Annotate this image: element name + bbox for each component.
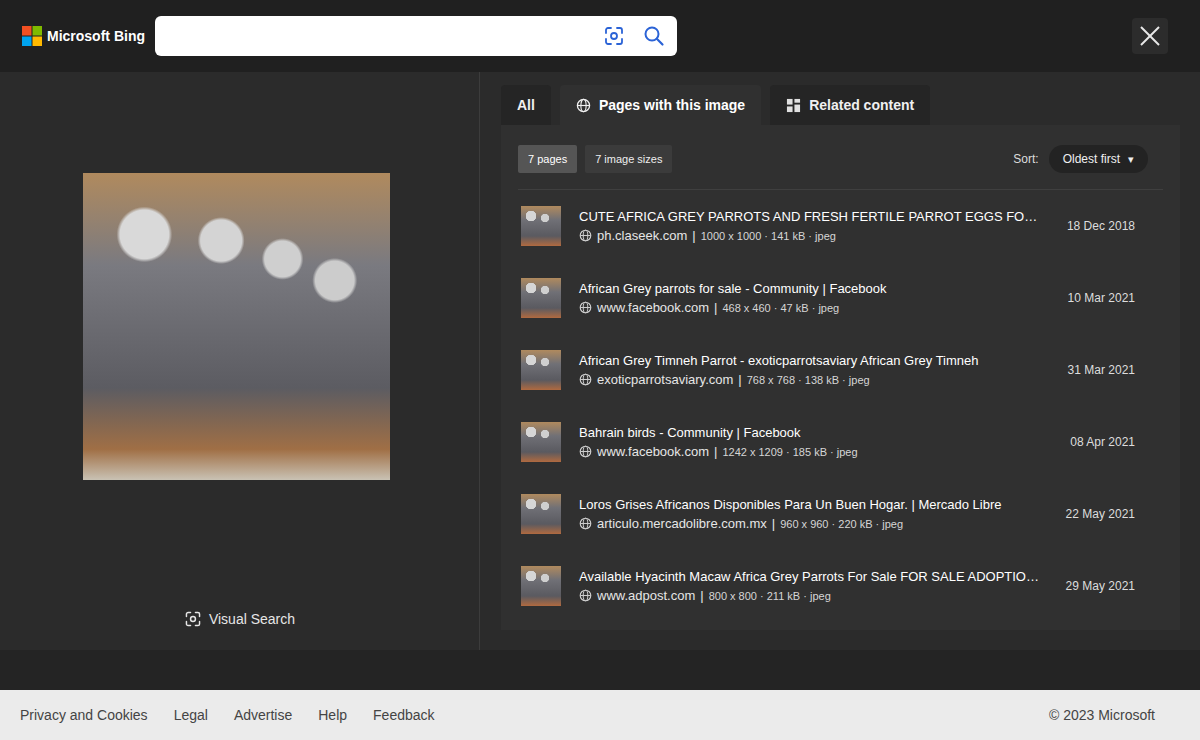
result-title[interactable]: African Grey Timneh Parrot - exoticparro… (579, 353, 1052, 370)
result-thumbnail (521, 422, 561, 462)
result-row[interactable]: African Grey parrots for sale - Communit… (518, 262, 1163, 334)
result-meta: www.facebook.com | 468 x 460 · 47 kB · jpe… (579, 300, 1052, 315)
bing-brand[interactable]: Microsoft Bing (22, 26, 155, 46)
filter-chip[interactable]: 7 pages (518, 145, 577, 173)
page: Microsoft Bing Visual Search AllPages with… (0, 0, 1200, 740)
result-title[interactable]: Bahrain birds - Community | Facebook (579, 425, 1054, 442)
grid-icon (786, 98, 801, 113)
search-button[interactable] (639, 21, 669, 51)
result-date: 18 Dec 2018 (1067, 219, 1135, 233)
preview-image (83, 173, 390, 480)
preview-panel: Visual Search (0, 72, 480, 650)
result-meta: www.facebook.com | 1242 x 1209 · 185 kB · … (579, 444, 1054, 459)
footer-link[interactable]: Feedback (373, 707, 434, 723)
tab[interactable]: All (501, 85, 551, 125)
globe-icon (576, 98, 591, 113)
result-date: 22 May 2021 (1066, 507, 1135, 521)
result-date: 10 Mar 2021 (1068, 291, 1135, 305)
visual-search-button[interactable] (599, 21, 629, 51)
result-details: 960 x 960 · 220 kB · jpeg (780, 518, 903, 530)
result-thumbnail (521, 350, 561, 390)
tab-bar: AllPages with this imageRelated content (501, 85, 1180, 125)
result-row[interactable]: Bahrain birds - Community | Facebook www.… (518, 406, 1163, 478)
globe-icon (579, 517, 592, 530)
sort-label: Sort: (1013, 152, 1038, 166)
globe-icon (579, 373, 592, 386)
close-icon (1139, 25, 1161, 47)
search-input[interactable] (167, 27, 589, 46)
tab[interactable]: Related content (770, 85, 930, 125)
result-date: 29 May 2021 (1066, 579, 1135, 593)
search-box (155, 16, 677, 56)
result-title[interactable]: Loros Grises Africanos Disponibles Para … (579, 497, 1050, 514)
footer-link[interactable]: Legal (174, 707, 208, 723)
result-title[interactable]: CUTE AFRICA GREY PARROTS AND FRESH FERTI… (579, 209, 1051, 226)
result-site: www.facebook.com (597, 444, 709, 459)
separator: | (738, 372, 741, 387)
globe-icon (579, 589, 592, 602)
sort-dropdown[interactable]: Oldest first▾ (1049, 145, 1148, 173)
result-site: ph.claseek.com (597, 228, 687, 243)
globe-icon (579, 229, 592, 242)
result-meta: ph.claseek.com | 1000 x 1000 · 141 kB · jp… (579, 228, 1051, 243)
result-row[interactable]: Loros Grises Africanos Disponibles Para … (518, 478, 1163, 550)
result-title[interactable]: African Grey parrots for sale - Communit… (579, 281, 1052, 298)
result-list: CUTE AFRICA GREY PARROTS AND FRESH FERTI… (518, 190, 1163, 622)
brand-name: Microsoft Bing (47, 28, 145, 44)
result-details: 768 x 768 · 138 kB · jpeg (747, 374, 870, 386)
visual-search-icon (184, 610, 202, 628)
results-section: AllPages with this imageRelated content7… (480, 72, 1200, 650)
top-bar: Microsoft Bing (0, 0, 1200, 72)
result-thumbnail (521, 494, 561, 534)
result-date: 31 Mar 2021 (1068, 363, 1135, 377)
dropdown-arrow-icon: ▾ (1128, 153, 1134, 166)
result-row[interactable]: Available Hyacinth Macaw Africa Grey Par… (518, 550, 1163, 622)
result-site: articulo.mercadolibre.com.mx (597, 516, 767, 531)
footer-link[interactable]: Privacy and Cookies (20, 707, 148, 723)
result-title[interactable]: Available Hyacinth Macaw Africa Grey Par… (579, 569, 1050, 586)
result-site: exoticparrotsaviary.com (597, 372, 733, 387)
footer-link[interactable]: Advertise (234, 707, 292, 723)
result-meta: exoticparrotsaviary.com | 768 x 768 · 138 … (579, 372, 1052, 387)
panel-header: 7 pages 7 image sizes Sort: Oldest first▾ (518, 125, 1163, 190)
footer: Privacy and Cookies Legal Advertise Help Fee… (0, 690, 1200, 740)
main-area: Visual Search AllPages with this imageRel… (0, 72, 1200, 650)
copyright: © 2023 Microsoft (1049, 707, 1155, 723)
result-row[interactable]: African Grey Timneh Parrot - exoticparro… (518, 334, 1163, 406)
result-details: 1000 x 1000 · 141 kB · jpeg (701, 230, 836, 242)
visual-search-icon (603, 25, 625, 47)
globe-icon (579, 445, 592, 458)
footer-link[interactable]: Help (318, 707, 347, 723)
result-meta: articulo.mercadolibre.com.mx | 960 x 960 ·… (579, 516, 1050, 531)
result-thumbnail (521, 566, 561, 606)
separator: | (714, 300, 717, 315)
separator: | (714, 444, 717, 459)
result-thumbnail (521, 206, 561, 246)
search-icon (643, 25, 665, 47)
microsoft-logo-icon (22, 26, 42, 46)
filter-chip[interactable]: 7 image sizes (585, 145, 672, 173)
results-panel: 7 pages 7 image sizes Sort: Oldest first▾ CU… (501, 125, 1180, 630)
globe-icon (579, 301, 592, 314)
result-details: 800 x 800 · 211 kB · jpeg (709, 590, 831, 602)
separator: | (692, 228, 695, 243)
result-site: www.adpost.com (597, 588, 695, 603)
result-thumbnail (521, 278, 561, 318)
separator: | (772, 516, 775, 531)
result-meta: www.adpost.com | 800 x 800 · 211 kB · jpeg (579, 588, 1050, 603)
result-details: 468 x 460 · 47 kB · jpeg (722, 302, 839, 314)
bottom-strip (0, 650, 1200, 690)
result-date: 08 Apr 2021 (1070, 435, 1135, 449)
result-site: www.facebook.com (597, 300, 709, 315)
result-details: 1242 x 1209 · 185 kB · jpeg (722, 446, 857, 458)
visual-search-link[interactable]: Visual Search (178, 606, 301, 632)
result-row[interactable]: CUTE AFRICA GREY PARROTS AND FRESH FERTI… (518, 190, 1163, 262)
separator: | (700, 588, 703, 603)
tab[interactable]: Pages with this image (560, 85, 761, 125)
close-button[interactable] (1132, 18, 1168, 54)
